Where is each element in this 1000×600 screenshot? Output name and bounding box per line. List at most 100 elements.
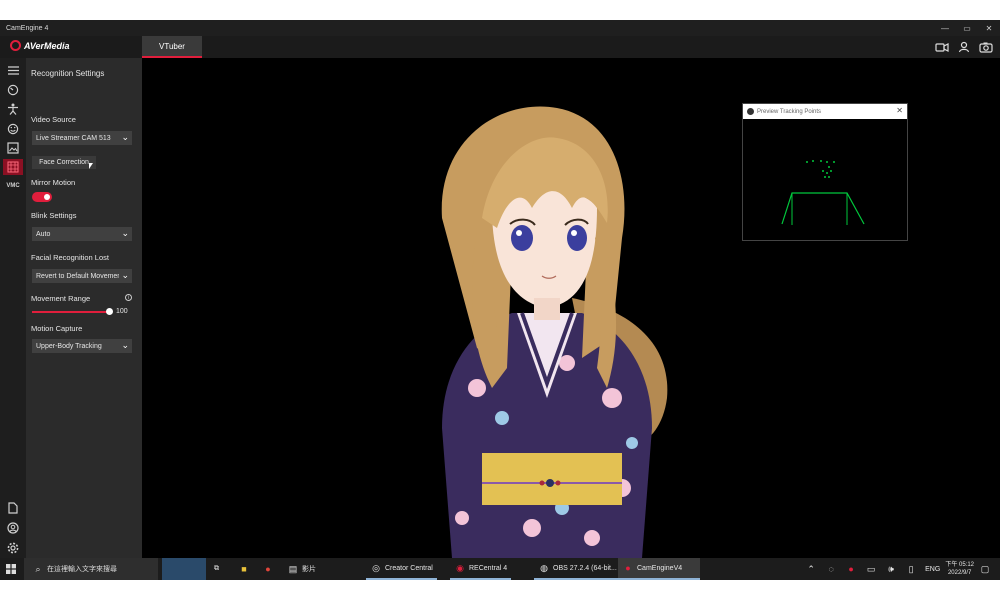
mirror-motion-label: Mirror Motion bbox=[31, 178, 76, 187]
recentral-icon: ◉ bbox=[456, 562, 464, 573]
app-label: RECentral 4 bbox=[469, 564, 508, 572]
news-widget[interactable] bbox=[162, 558, 206, 580]
language-indicator[interactable]: ENG bbox=[925, 566, 940, 573]
menu-icon[interactable] bbox=[5, 62, 21, 78]
recognition-lost-value: Revert to Default Movement bbox=[36, 272, 124, 280]
video-icon: ▤ bbox=[288, 563, 298, 574]
taskbar-search[interactable]: ⌕ 在這裡輸入文字來搜尋 bbox=[24, 558, 158, 580]
pinned-label: 影片 bbox=[302, 566, 316, 573]
motion-capture-value: Upper-Body Tracking bbox=[36, 342, 102, 350]
settings-icon[interactable] bbox=[5, 540, 21, 556]
app-label: Creator Central bbox=[385, 564, 433, 572]
taskbar-obs[interactable]: ◍ OBS 27.2.4 (64-bit... bbox=[534, 558, 621, 580]
photo-camera-icon[interactable] bbox=[978, 39, 994, 55]
window-title: CamEngine 4 bbox=[6, 24, 49, 32]
app-window: CamEngine 4 — ▭ ✕ AVerMedia VTuber VMC R… bbox=[0, 20, 1000, 580]
blink-settings-dropdown[interactable]: Auto ⌄ bbox=[32, 227, 132, 241]
info-icon[interactable]: i bbox=[125, 294, 132, 301]
recognition-settings-panel: Recognition Settings Video Source Live S… bbox=[26, 58, 142, 558]
taskbar-creator-central[interactable]: ◎ Creator Central bbox=[366, 558, 437, 580]
avermedia-logo-icon bbox=[10, 40, 21, 51]
clock[interactable]: 下午 05:12 2022/9/7 bbox=[945, 561, 974, 577]
notification-icon[interactable]: ▢ bbox=[979, 563, 991, 575]
tray-app-icon[interactable]: ● bbox=[845, 563, 857, 575]
body-icon[interactable] bbox=[5, 101, 21, 117]
video-source-dropdown[interactable]: Live Streamer CAM 513 ⌄ bbox=[32, 131, 132, 145]
creator-central-icon: ◎ bbox=[372, 562, 380, 573]
face-correction-button[interactable]: Face Correction bbox=[32, 156, 96, 169]
movement-range-slider[interactable] bbox=[32, 308, 113, 315]
motion-capture-label: Motion Capture bbox=[31, 324, 83, 333]
blink-settings-label: Blink Settings bbox=[31, 211, 77, 220]
video-source-value: Live Streamer CAM 513 bbox=[36, 134, 111, 142]
close-button[interactable]: ✕ bbox=[978, 20, 1000, 36]
windows-icon bbox=[6, 564, 16, 574]
preview-title-bar: Preview Tracking Points ✕ bbox=[743, 104, 907, 119]
image-icon[interactable] bbox=[5, 140, 21, 156]
video-source-label: Video Source bbox=[31, 115, 76, 124]
brand-name: AVerMedia bbox=[24, 40, 70, 51]
top-toolbar bbox=[934, 39, 994, 55]
vtuber-viewport: Preview Tracking Points ✕ bbox=[142, 58, 1000, 558]
search-icon: ⌕ bbox=[35, 563, 41, 574]
app-label: OBS 27.2.4 (64-bit... bbox=[553, 564, 617, 572]
motion-capture-dropdown[interactable]: Upper-Body Tracking ⌄ bbox=[32, 339, 132, 353]
mirror-motion-toggle[interactable] bbox=[32, 192, 52, 202]
wifi-icon[interactable]: ▭ bbox=[865, 563, 877, 575]
chevron-down-icon: ⌄ bbox=[119, 132, 129, 143]
search-placeholder: 在這裡輸入文字來搜尋 bbox=[47, 566, 117, 573]
left-rail: VMC bbox=[0, 58, 26, 558]
recognition-lost-dropdown[interactable]: Revert to Default Movement ⌄ bbox=[32, 269, 132, 283]
windows-taskbar: ⌕ 在這裡輸入文字來搜尋 ⧉ ■ ● ▤ 影片 ◎ Creator Centra… bbox=[0, 558, 1000, 580]
person-icon[interactable] bbox=[956, 39, 972, 55]
movement-range-value: 100 bbox=[116, 308, 128, 315]
tracking-icon[interactable] bbox=[3, 159, 23, 175]
blink-settings-value: Auto bbox=[36, 230, 51, 238]
clock-time: 下午 05:12 bbox=[945, 562, 974, 568]
panel-heading: Recognition Settings bbox=[31, 69, 105, 78]
mouse-cursor-icon bbox=[89, 163, 93, 169]
document-icon[interactable] bbox=[5, 500, 21, 516]
power-icon[interactable]: ▯ bbox=[905, 563, 917, 575]
tracking-points-canvas bbox=[781, 160, 865, 225]
file-explorer-icon[interactable]: ■ bbox=[234, 558, 257, 580]
taskbar-pinned-video[interactable]: ▤ 影片 bbox=[283, 558, 320, 580]
face-icon[interactable] bbox=[5, 82, 21, 98]
app-icon bbox=[747, 108, 754, 115]
system-tray: ⌃ ◌ ● ▭ 🕪 ▯ ENG 下午 05:12 2022/9/7 ▢ bbox=[805, 558, 994, 580]
minimize-button[interactable]: — bbox=[934, 20, 956, 36]
smile-icon[interactable] bbox=[5, 121, 21, 137]
clock-date: 2022/9/7 bbox=[947, 570, 972, 576]
app-label: CamEngineV4 bbox=[637, 564, 683, 572]
camera-icon[interactable] bbox=[934, 39, 950, 55]
volume-icon[interactable]: 🕪 bbox=[885, 563, 897, 575]
chevron-down-icon: ⌄ bbox=[119, 228, 129, 239]
preview-title: Preview Tracking Points bbox=[757, 108, 822, 115]
vtuber-avatar bbox=[441, 106, 668, 558]
chevron-down-icon: ⌄ bbox=[119, 340, 129, 351]
obs-icon: ◍ bbox=[540, 562, 548, 573]
preview-tracking-window[interactable]: Preview Tracking Points ✕ bbox=[742, 103, 908, 241]
movement-range-label: Movement Range bbox=[31, 294, 91, 303]
brand-logo: AVerMedia bbox=[10, 40, 70, 51]
taskbar-camengine[interactable]: ● CamEngineV4 bbox=[618, 558, 700, 580]
task-view-icon[interactable]: ⧉ bbox=[210, 558, 223, 580]
tab-vtuber[interactable]: VTuber bbox=[142, 36, 202, 58]
chevron-up-icon[interactable]: ⌃ bbox=[805, 563, 817, 575]
recognition-lost-label: Facial Recognition Lost bbox=[31, 253, 109, 262]
taskbar-recentral[interactable]: ◉ RECentral 4 bbox=[450, 558, 512, 580]
window-controls: — ▭ ✕ bbox=[934, 20, 1000, 36]
account-icon[interactable] bbox=[5, 520, 21, 536]
slider-handle[interactable] bbox=[106, 308, 113, 315]
title-bar: CamEngine 4 — ▭ ✕ bbox=[0, 20, 1000, 36]
network-status-icon[interactable]: ◌ bbox=[825, 563, 837, 575]
start-button[interactable] bbox=[6, 558, 16, 580]
app-bar: AVerMedia VTuber bbox=[0, 36, 1000, 58]
maximize-button[interactable]: ▭ bbox=[956, 20, 978, 36]
camengine-icon: ● bbox=[625, 563, 631, 573]
close-icon[interactable]: ✕ bbox=[896, 106, 903, 115]
chrome-icon[interactable]: ● bbox=[258, 558, 281, 580]
chevron-down-icon: ⌄ bbox=[119, 270, 129, 281]
toggle-knob bbox=[44, 194, 50, 200]
vmc-item[interactable]: VMC bbox=[5, 178, 21, 194]
